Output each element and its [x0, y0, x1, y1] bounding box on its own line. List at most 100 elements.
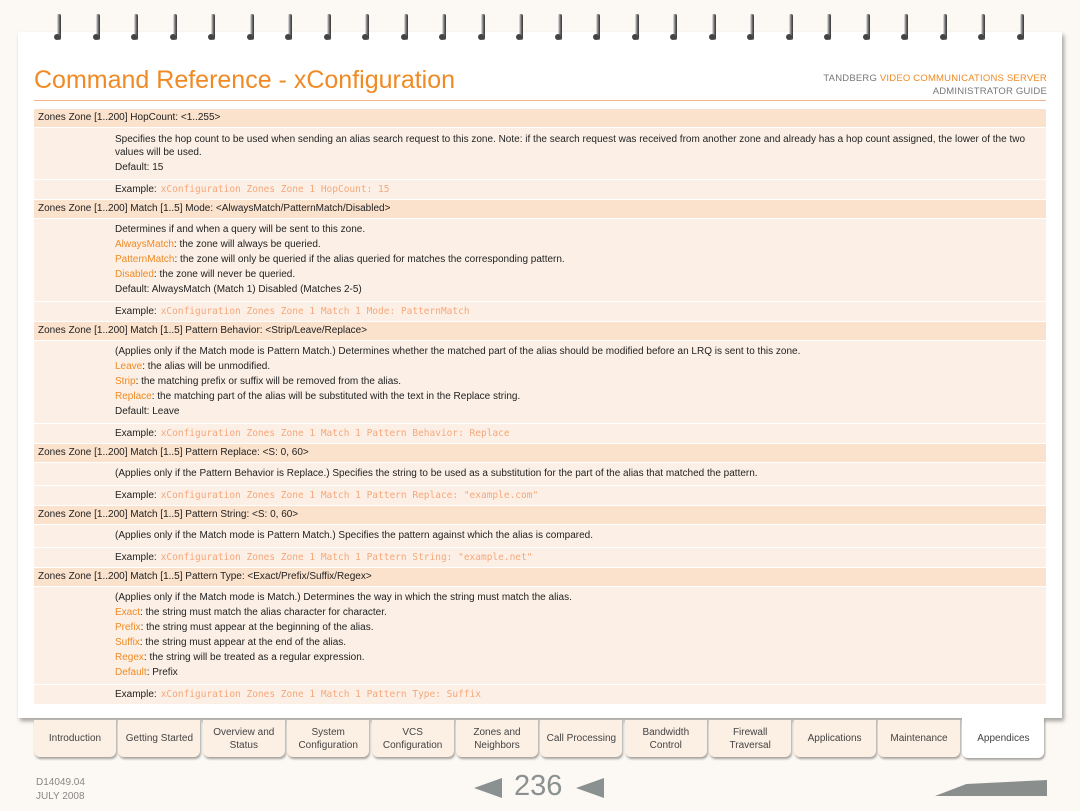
description-line: Disabled: the zone will never be queried… [115, 267, 1040, 282]
binding-ring [708, 14, 717, 44]
value-term: Regex [115, 652, 144, 663]
description-text: : the zone will only be queried if the a… [174, 254, 565, 265]
chapter-tabs: Introduction Getting Started Overview and … [34, 718, 1046, 758]
example-code: xConfiguration Zones Zone 1 Match 1 Patt… [160, 490, 539, 501]
description-line: PatternMatch: the zone will only be quer… [115, 252, 1040, 267]
description-text: : the zone will always be queried. [173, 239, 321, 250]
tab-overview-and-status[interactable]: Overview and Status [202, 720, 285, 757]
description-line: (Applies only if the Match mode is Patte… [115, 344, 1040, 359]
value-term: Leave [115, 361, 143, 372]
tab-getting-started[interactable]: Getting Started [118, 720, 201, 757]
description-text: : the matching part of the alias will be… [151, 391, 521, 402]
command-header: Zones Zone [1..200] Match [1..5] Pattern… [34, 444, 1046, 462]
description-line: Exact: the string must match the alias c… [115, 605, 1040, 620]
description-text: (Applies only if the Match mode is Patte… [115, 530, 594, 541]
example-row: Example: xConfiguration Zones Zone 1 Matc… [34, 685, 1046, 704]
description-text: (Applies only if the Match mode is Match… [115, 592, 572, 603]
description-line: Default: 15 [115, 160, 1040, 175]
description-text: Default: Leave [115, 406, 180, 417]
command-header: Zones Zone [1..200] Match [1..5] Pattern… [34, 506, 1046, 524]
brand-guide: ADMINISTRATOR GUIDE [932, 86, 1047, 97]
doc-id: D14049.04 [36, 777, 85, 788]
description-line: Determines if and when a query will be s… [115, 222, 1040, 237]
binding-ring [477, 14, 486, 44]
description-line: Regex: the string will be treated as a r… [115, 650, 1040, 665]
description-line: Suffix: the string must appear at the en… [115, 635, 1040, 650]
command-description: (Applies only if the Match mode is Match… [34, 587, 1046, 684]
example-row: Example: xConfiguration Zones Zone 1 Matc… [34, 302, 1046, 321]
example-label: Example: [115, 428, 157, 439]
tab-zones-and-neighbors[interactable]: Zones and Neighbors [456, 720, 538, 757]
description-text: : the matching prefix or suffix will be … [135, 376, 402, 387]
page-navigation: 236 [474, 770, 614, 806]
example-label: Example: [115, 184, 157, 195]
tab-appendices[interactable]: Appendices [962, 718, 1045, 758]
description-text: (Applies only if the Pattern Behavior is… [115, 468, 758, 479]
binding-ring [246, 14, 255, 44]
description-text: Determines if and when a query will be s… [115, 224, 366, 235]
value-term: Replace [115, 391, 152, 402]
value-term: Exact [115, 607, 141, 618]
example-label: Example: [115, 306, 157, 317]
binding-ring [939, 14, 948, 44]
description-line: Default: Prefix [115, 665, 1040, 680]
value-term: Disabled [115, 269, 154, 280]
binding-ring [554, 14, 563, 44]
example-row: Example: xConfiguration Zones Zone 1 HopC… [34, 180, 1046, 199]
value-term: Prefix [115, 622, 141, 633]
brand-header: TANDBERG VIDEO COMMUNICATIONS SERVER ADM… [823, 72, 1047, 98]
example-label: Example: [115, 689, 157, 700]
description-text: Default: 15 [115, 162, 164, 173]
description-line: Leave: the alias will be unmodified. [115, 359, 1040, 374]
binding-ring [169, 14, 178, 44]
doc-date: JULY 2008 [36, 791, 85, 802]
description-line: (Applies only if the Pattern Behavior is… [115, 466, 1040, 481]
tab-maintenance[interactable]: Maintenance [878, 720, 960, 757]
description-text: : the alias will be unmodified. [142, 361, 271, 372]
page-turn-icon[interactable] [935, 780, 1047, 796]
description-line: Default: AlwaysMatch (Match 1) Disabled … [115, 282, 1040, 297]
command-description: (Applies only if the Pattern Behavior is… [34, 463, 1046, 485]
example-code: xConfiguration Zones Zone 1 Match 1 Mode… [160, 306, 470, 317]
binding-ring [54, 14, 62, 44]
brand-product: VIDEO COMMUNICATIONS SERVER [879, 73, 1047, 84]
binding-ring [439, 14, 447, 44]
value-term: PatternMatch [115, 254, 175, 265]
description-text: Specifies the hop count to be used when … [115, 134, 1026, 158]
tab-system-configuration[interactable]: System Configuration [287, 720, 370, 757]
value-term: Strip [115, 376, 136, 387]
tab-bandwidth-control[interactable]: Bandwidth Control [624, 720, 707, 757]
example-code: xConfiguration Zones Zone 1 Match 1 Patt… [160, 689, 481, 700]
brand-company: TANDBERG [823, 73, 878, 84]
doc-info: D14049.04 JULY 2008 [36, 776, 85, 804]
binding-ring [285, 14, 293, 44]
tab-firewall-traversal[interactable]: Firewall Traversal [709, 720, 792, 757]
command-table: Zones Zone [1..200] HopCount: <1..255> Sp… [34, 109, 1046, 705]
binding-ring [785, 14, 794, 44]
command-header: Zones Zone [1..200] HopCount: <1..255> [34, 109, 1046, 127]
command-description: Specifies the hop count to be used when … [34, 128, 1046, 179]
binding-ring [978, 14, 986, 44]
description-text: : the string must match the alias charac… [140, 607, 387, 618]
value-term: Suffix [115, 637, 140, 648]
binding-ring [400, 14, 409, 44]
command-header: Zones Zone [1..200] Match [1..5] Pattern… [34, 568, 1046, 586]
binding-ring [1016, 14, 1025, 44]
example-row: Example: xConfiguration Zones Zone 1 Matc… [34, 424, 1046, 443]
tab-applications[interactable]: Applications [793, 720, 876, 757]
tab-call-processing[interactable]: Call Processing [540, 720, 623, 757]
description-text: : the zone will never be queried. [153, 269, 296, 280]
next-page-arrow-icon[interactable] [576, 778, 604, 798]
example-label: Example: [115, 552, 157, 563]
binding-ring [901, 14, 909, 44]
prev-page-icon[interactable] [474, 778, 502, 798]
binding-ring [92, 14, 101, 44]
binding-ring [516, 14, 524, 44]
binding-ring [323, 14, 332, 44]
tab-introduction[interactable]: Introduction [34, 720, 116, 757]
page-title: Command Reference - xConfiguration [34, 66, 456, 94]
description-text: : the string must appear at the end of t… [139, 637, 347, 648]
description-text: : Prefix [146, 667, 178, 678]
command-header: Zones Zone [1..200] Match [1..5] Mode: <… [34, 200, 1046, 218]
tab-vcs-configuration[interactable]: VCS Configuration [371, 720, 454, 757]
